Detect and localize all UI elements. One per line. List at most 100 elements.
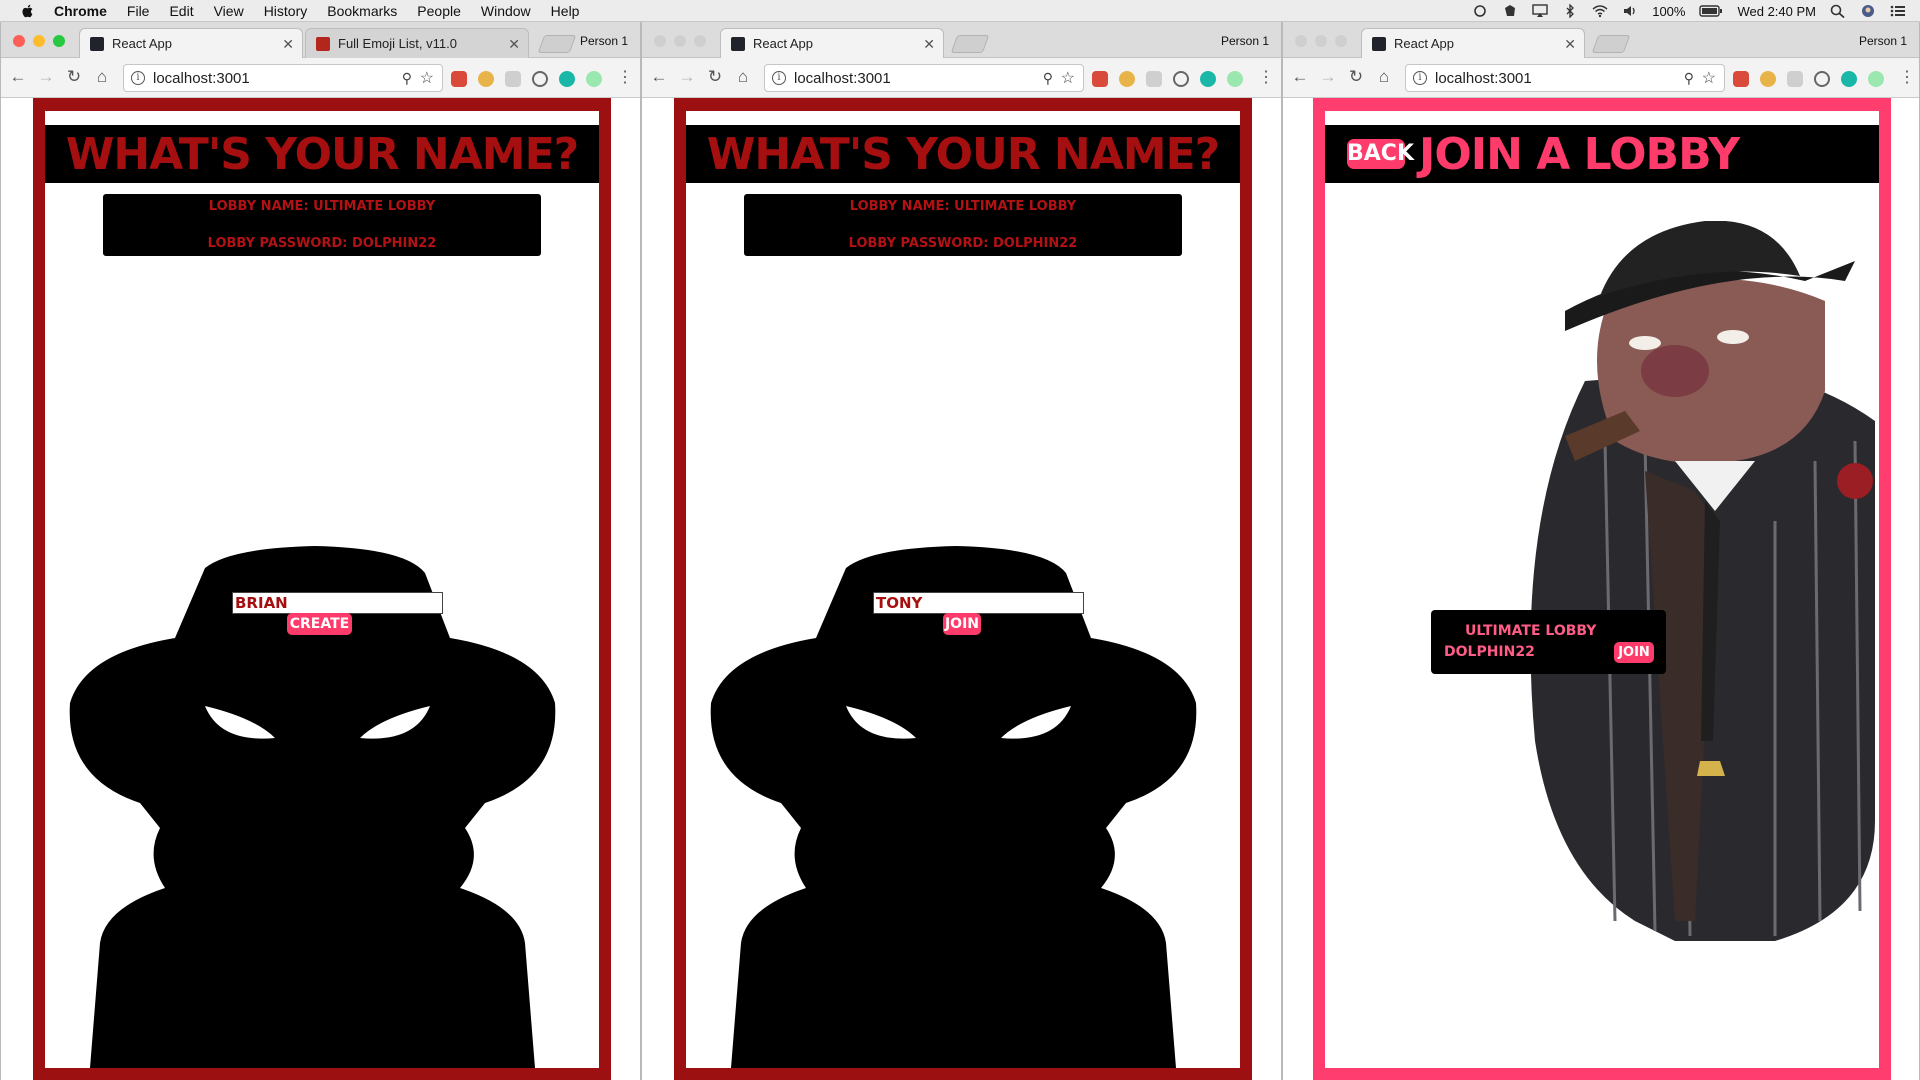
home-icon[interactable]: ⌂: [734, 68, 752, 86]
chrome-menu-icon[interactable]: ⋮: [617, 67, 633, 87]
extension-icon[interactable]: [1787, 71, 1803, 87]
site-info-icon[interactable]: i: [1413, 71, 1427, 85]
menu-help[interactable]: Help: [551, 3, 580, 19]
wifi-icon[interactable]: [1592, 4, 1608, 18]
reload-icon[interactable]: ↻: [1347, 68, 1365, 86]
chrome-menu-icon[interactable]: ⋮: [1899, 67, 1915, 87]
bookmark-star-icon[interactable]: ☆: [420, 68, 434, 88]
menu-people[interactable]: People: [417, 3, 461, 19]
volume-icon[interactable]: [1622, 4, 1638, 18]
back-arrow-icon[interactable]: ←: [1291, 68, 1309, 86]
site-info-icon[interactable]: i: [772, 71, 786, 85]
tab-emoji-list[interactable]: Full Emoji List, v11.0 ✕: [305, 28, 529, 58]
extension-icon[interactable]: [1814, 71, 1830, 87]
zoom-icon[interactable]: ⚲: [1684, 70, 1694, 87]
close-window-icon[interactable]: [13, 35, 25, 47]
new-tab-button[interactable]: [950, 35, 990, 53]
forward-arrow-icon[interactable]: →: [37, 68, 55, 86]
back-arrow-icon[interactable]: ←: [650, 68, 668, 86]
tab-react-app[interactable]: React App ✕: [79, 28, 303, 58]
back-arrow-icon[interactable]: ←: [9, 68, 27, 86]
apple-icon[interactable]: [20, 3, 36, 19]
minimize-window-icon[interactable]: [674, 35, 686, 47]
new-tab-button[interactable]: [537, 35, 577, 53]
bookmark-star-icon[interactable]: ☆: [1061, 68, 1075, 88]
close-tab-icon[interactable]: ✕: [923, 36, 935, 53]
bookmark-star-icon[interactable]: ☆: [1702, 68, 1716, 88]
close-tab-icon[interactable]: ✕: [282, 36, 294, 53]
menu-file[interactable]: File: [127, 3, 150, 19]
close-window-icon[interactable]: [654, 35, 666, 47]
create-button[interactable]: CREATE: [287, 613, 352, 635]
face-shape: [1597, 278, 1825, 464]
close-window-icon[interactable]: [1295, 35, 1307, 47]
profile-button[interactable]: Person 1: [580, 34, 628, 48]
bluetooth-icon[interactable]: [1562, 4, 1578, 18]
chrome-menu-icon[interactable]: ⋮: [1258, 67, 1274, 87]
cookie-extension-icon[interactable]: [1760, 71, 1776, 87]
back-button[interactable]: BACK: [1347, 139, 1414, 169]
reload-icon[interactable]: ↻: [65, 68, 83, 86]
close-tab-icon[interactable]: ✕: [1564, 36, 1576, 53]
menu-window[interactable]: Window: [481, 3, 531, 19]
join-lobby-button[interactable]: JOIN: [1614, 642, 1654, 663]
home-icon[interactable]: ⌂: [1375, 68, 1393, 86]
forward-arrow-icon[interactable]: →: [1319, 68, 1337, 86]
cookie-extension-icon[interactable]: [1119, 71, 1135, 87]
extension-icon[interactable]: [1227, 71, 1243, 87]
close-tab-icon[interactable]: ✕: [508, 36, 520, 53]
extension-icon[interactable]: [1868, 71, 1884, 87]
airplay-icon[interactable]: [1532, 4, 1548, 18]
m-extension-icon[interactable]: [1841, 71, 1857, 87]
zoom-icon[interactable]: ⚲: [1043, 70, 1053, 87]
menu-clock[interactable]: Wed 2:40 PM: [1737, 4, 1816, 19]
minimize-window-icon[interactable]: [1315, 35, 1327, 47]
menu-bookmarks[interactable]: Bookmarks: [327, 3, 397, 19]
menu-history[interactable]: History: [264, 3, 308, 19]
tab-react-app[interactable]: React App ✕: [1361, 28, 1585, 58]
join-button[interactable]: JOIN: [943, 613, 981, 635]
m-extension-icon[interactable]: [559, 71, 575, 87]
creative-cloud-icon[interactable]: [1472, 4, 1488, 18]
extension-icon[interactable]: [586, 71, 602, 87]
new-tab-button[interactable]: [1591, 35, 1631, 53]
tab-react-app[interactable]: React App ✕: [720, 28, 944, 58]
zoom-window-icon[interactable]: [694, 35, 706, 47]
extension-icon[interactable]: [451, 71, 467, 87]
url-text: localhost:3001: [794, 69, 891, 87]
evernote-icon[interactable]: [1502, 4, 1518, 18]
menu-app-name[interactable]: Chrome: [54, 3, 107, 19]
forward-arrow-icon[interactable]: →: [678, 68, 696, 86]
extension-icon[interactable]: [1092, 71, 1108, 87]
profile-button[interactable]: Person 1: [1859, 34, 1907, 48]
zoom-window-icon[interactable]: [53, 35, 65, 47]
extension-icon[interactable]: [1146, 71, 1162, 87]
extension-icon[interactable]: [505, 71, 521, 87]
address-bar[interactable]: i localhost:3001 ⚲ ☆: [1405, 64, 1725, 92]
notification-center-icon[interactable]: [1890, 4, 1906, 18]
extension-icon[interactable]: [532, 71, 548, 87]
site-info-icon[interactable]: i: [131, 71, 145, 85]
zoom-window-icon[interactable]: [1335, 35, 1347, 47]
profile-button[interactable]: Person 1: [1221, 34, 1269, 48]
home-icon[interactable]: ⌂: [93, 68, 111, 86]
minimize-window-icon[interactable]: [33, 35, 45, 47]
zoom-icon[interactable]: ⚲: [402, 70, 412, 87]
spotlight-search-icon[interactable]: [1830, 4, 1846, 18]
address-bar[interactable]: i localhost:3001 ⚲ ☆: [764, 64, 1084, 92]
name-input[interactable]: BRIAN: [232, 592, 443, 614]
battery-icon[interactable]: [1699, 4, 1723, 18]
reload-icon[interactable]: ↻: [706, 68, 724, 86]
page-viewport: WHAT'S YOUR NAME? LOBBY NAME: ULTIMATE L…: [642, 98, 1281, 1080]
extension-icon[interactable]: [1173, 71, 1189, 87]
m-extension-icon[interactable]: [1200, 71, 1216, 87]
extension-icon[interactable]: [1733, 71, 1749, 87]
menu-view[interactable]: View: [214, 3, 244, 19]
lobby-info-box: LOBBY NAME: ULTIMATE LOBBY LOBBY PASSWOR…: [744, 194, 1182, 256]
user-avatar-icon[interactable]: [1860, 4, 1876, 18]
title-bar: WHAT'S YOUR NAME?: [45, 125, 599, 183]
menu-edit[interactable]: Edit: [169, 3, 193, 19]
cookie-extension-icon[interactable]: [478, 71, 494, 87]
name-input[interactable]: TONY: [873, 592, 1084, 614]
address-bar[interactable]: i localhost:3001 ⚲ ☆: [123, 64, 443, 92]
